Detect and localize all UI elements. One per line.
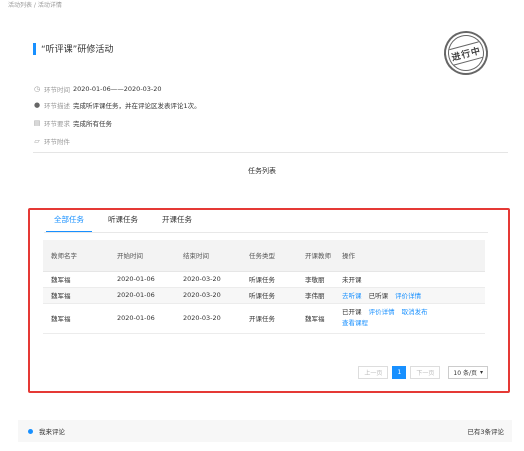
info-requirement: ▤ 环节要求 完成所有任务 (33, 118, 112, 128)
chevron-down-icon: ▾ (479, 369, 483, 376)
cell-end: 2020-03-20 (175, 287, 241, 304)
col-end: 结束时间 (175, 240, 241, 272)
info-req-label: 环节要求 (44, 120, 70, 128)
page-size-value: 10 条/页 (453, 370, 477, 377)
review-details-link[interactable]: 评价详情 (395, 292, 421, 300)
status-stamp-inner: 进行中 (443, 30, 489, 76)
cell-start: 2020-01-06 (109, 287, 175, 304)
status-stamp-text: 进行中 (449, 40, 483, 66)
status-opened: 已开课 (342, 308, 362, 316)
bullet-icon: ● (33, 101, 41, 109)
cell-teacher: 魏军福 (43, 271, 109, 288)
prev-page-button[interactable]: 上一页 (358, 366, 389, 379)
info-desc-value: 完成听评课任务，并在评论区发表评论1次。 (73, 102, 201, 110)
info-time: ◷ 环节时间 2020-01-06——2020-03-20 (33, 84, 162, 94)
cell-host: 李敬丽 (297, 271, 334, 288)
cell-type: 听课任务 (241, 287, 297, 304)
page-number-current[interactable]: 1 (392, 366, 407, 379)
review-details-link[interactable]: 评价详情 (369, 308, 395, 316)
title-accent-bar (33, 42, 36, 55)
calendar-icon: ▤ (33, 119, 41, 127)
page-size-select[interactable]: 10 条/页 ▾ (448, 366, 488, 379)
table-row: 魏军福 2020-01-06 2020-03-20 开课任务 魏军福 已开课 评… (43, 303, 485, 334)
tab-listen-tasks[interactable]: 听课任务 (100, 214, 146, 232)
comment-count: 已有3条评论 (467, 428, 504, 436)
info-desc: ● 环节描述 完成听评课任务，并在评论区发表评论1次。 (33, 100, 201, 110)
tab-open-tasks[interactable]: 开课任务 (154, 214, 200, 232)
info-attachment: ▱ 环节附件 (33, 136, 70, 146)
go-listen-link[interactable]: 去听课 (342, 292, 362, 300)
cell-host: 魏军福 (297, 303, 334, 334)
task-list-title: 任务列表 (248, 167, 276, 175)
attachment-icon: ▱ (34, 137, 40, 145)
my-comment-entry[interactable]: 我来评论 (28, 426, 65, 436)
info-req-value: 完成所有任务 (73, 120, 112, 128)
col-start: 开始时间 (109, 240, 175, 272)
section-divider (33, 152, 508, 153)
col-ops: 操作 (334, 240, 485, 272)
status-stamp: 进行中 (439, 26, 493, 80)
col-teacher: 教师名字 (43, 240, 109, 272)
task-table: 教师名字 开始时间 结束时间 任务类型 开课教师 操作 魏军福 2020-01-… (43, 240, 485, 334)
table-row: 魏军福 2020-01-06 2020-03-20 听课任务 李敬丽 未开课 (43, 271, 485, 288)
bullet-dot-icon (28, 428, 33, 434)
clock-icon: ◷ (33, 85, 41, 93)
task-panel: 全部任务 听课任务 开课任务 教师名字 开始时间 结束时间 任务类型 开课教师 … (28, 208, 510, 393)
cell-type: 听课任务 (241, 271, 297, 288)
comment-bar: 我来评论 已有3条评论 (18, 420, 512, 442)
cell-start: 2020-01-06 (109, 271, 175, 288)
cell-end: 2020-03-20 (175, 303, 241, 334)
info-time-value: 2020-01-06——2020-03-20 (73, 85, 162, 93)
col-type: 任务类型 (241, 240, 297, 272)
status-listened: 已听课 (368, 292, 389, 300)
table-header-row: 教师名字 开始时间 结束时间 任务类型 开课教师 操作 (43, 240, 485, 272)
pagination: 上一页 1 下一页 10 条/页 ▾ (354, 366, 488, 379)
cell-teacher: 魏军福 (43, 287, 109, 304)
breadcrumb[interactable]: 活动列表 / 活动详情 (8, 0, 62, 9)
next-page-button[interactable]: 下一页 (410, 366, 441, 379)
status-not-started: 未开课 (342, 276, 362, 284)
cell-ops: 未开课 (334, 271, 485, 288)
activity-title-row: “听评课”研修活动 (33, 42, 113, 55)
table-row: 魏军福 2020-01-06 2020-03-20 听课任务 李伟丽 去听课 已… (43, 287, 485, 304)
cell-end: 2020-03-20 (175, 271, 241, 288)
cancel-publish-link[interactable]: 取消发布 (402, 308, 428, 316)
tabs-underline (44, 232, 488, 233)
cell-ops: 去听课 已听课 评价详情 (334, 287, 485, 304)
info-desc-label: 环节描述 (44, 102, 70, 110)
my-comment-label: 我来评论 (39, 428, 65, 436)
tab-all-tasks[interactable]: 全部任务 (46, 214, 92, 232)
view-course-link[interactable]: 查看课程 (342, 319, 368, 327)
cell-host: 李伟丽 (297, 287, 334, 304)
info-attach-label: 环节附件 (44, 138, 70, 146)
page-title: “听评课”研修活动 (41, 45, 114, 55)
cell-start: 2020-01-06 (109, 303, 175, 334)
cell-ops: 已开课 评价详情 取消发布 查看课程 (334, 303, 485, 334)
col-host: 开课教师 (297, 240, 334, 272)
info-time-label: 环节时间 (44, 86, 70, 94)
task-tabs: 全部任务 听课任务 开课任务 (46, 214, 208, 232)
cell-type: 开课任务 (241, 303, 297, 334)
cell-teacher: 魏军福 (43, 303, 109, 334)
